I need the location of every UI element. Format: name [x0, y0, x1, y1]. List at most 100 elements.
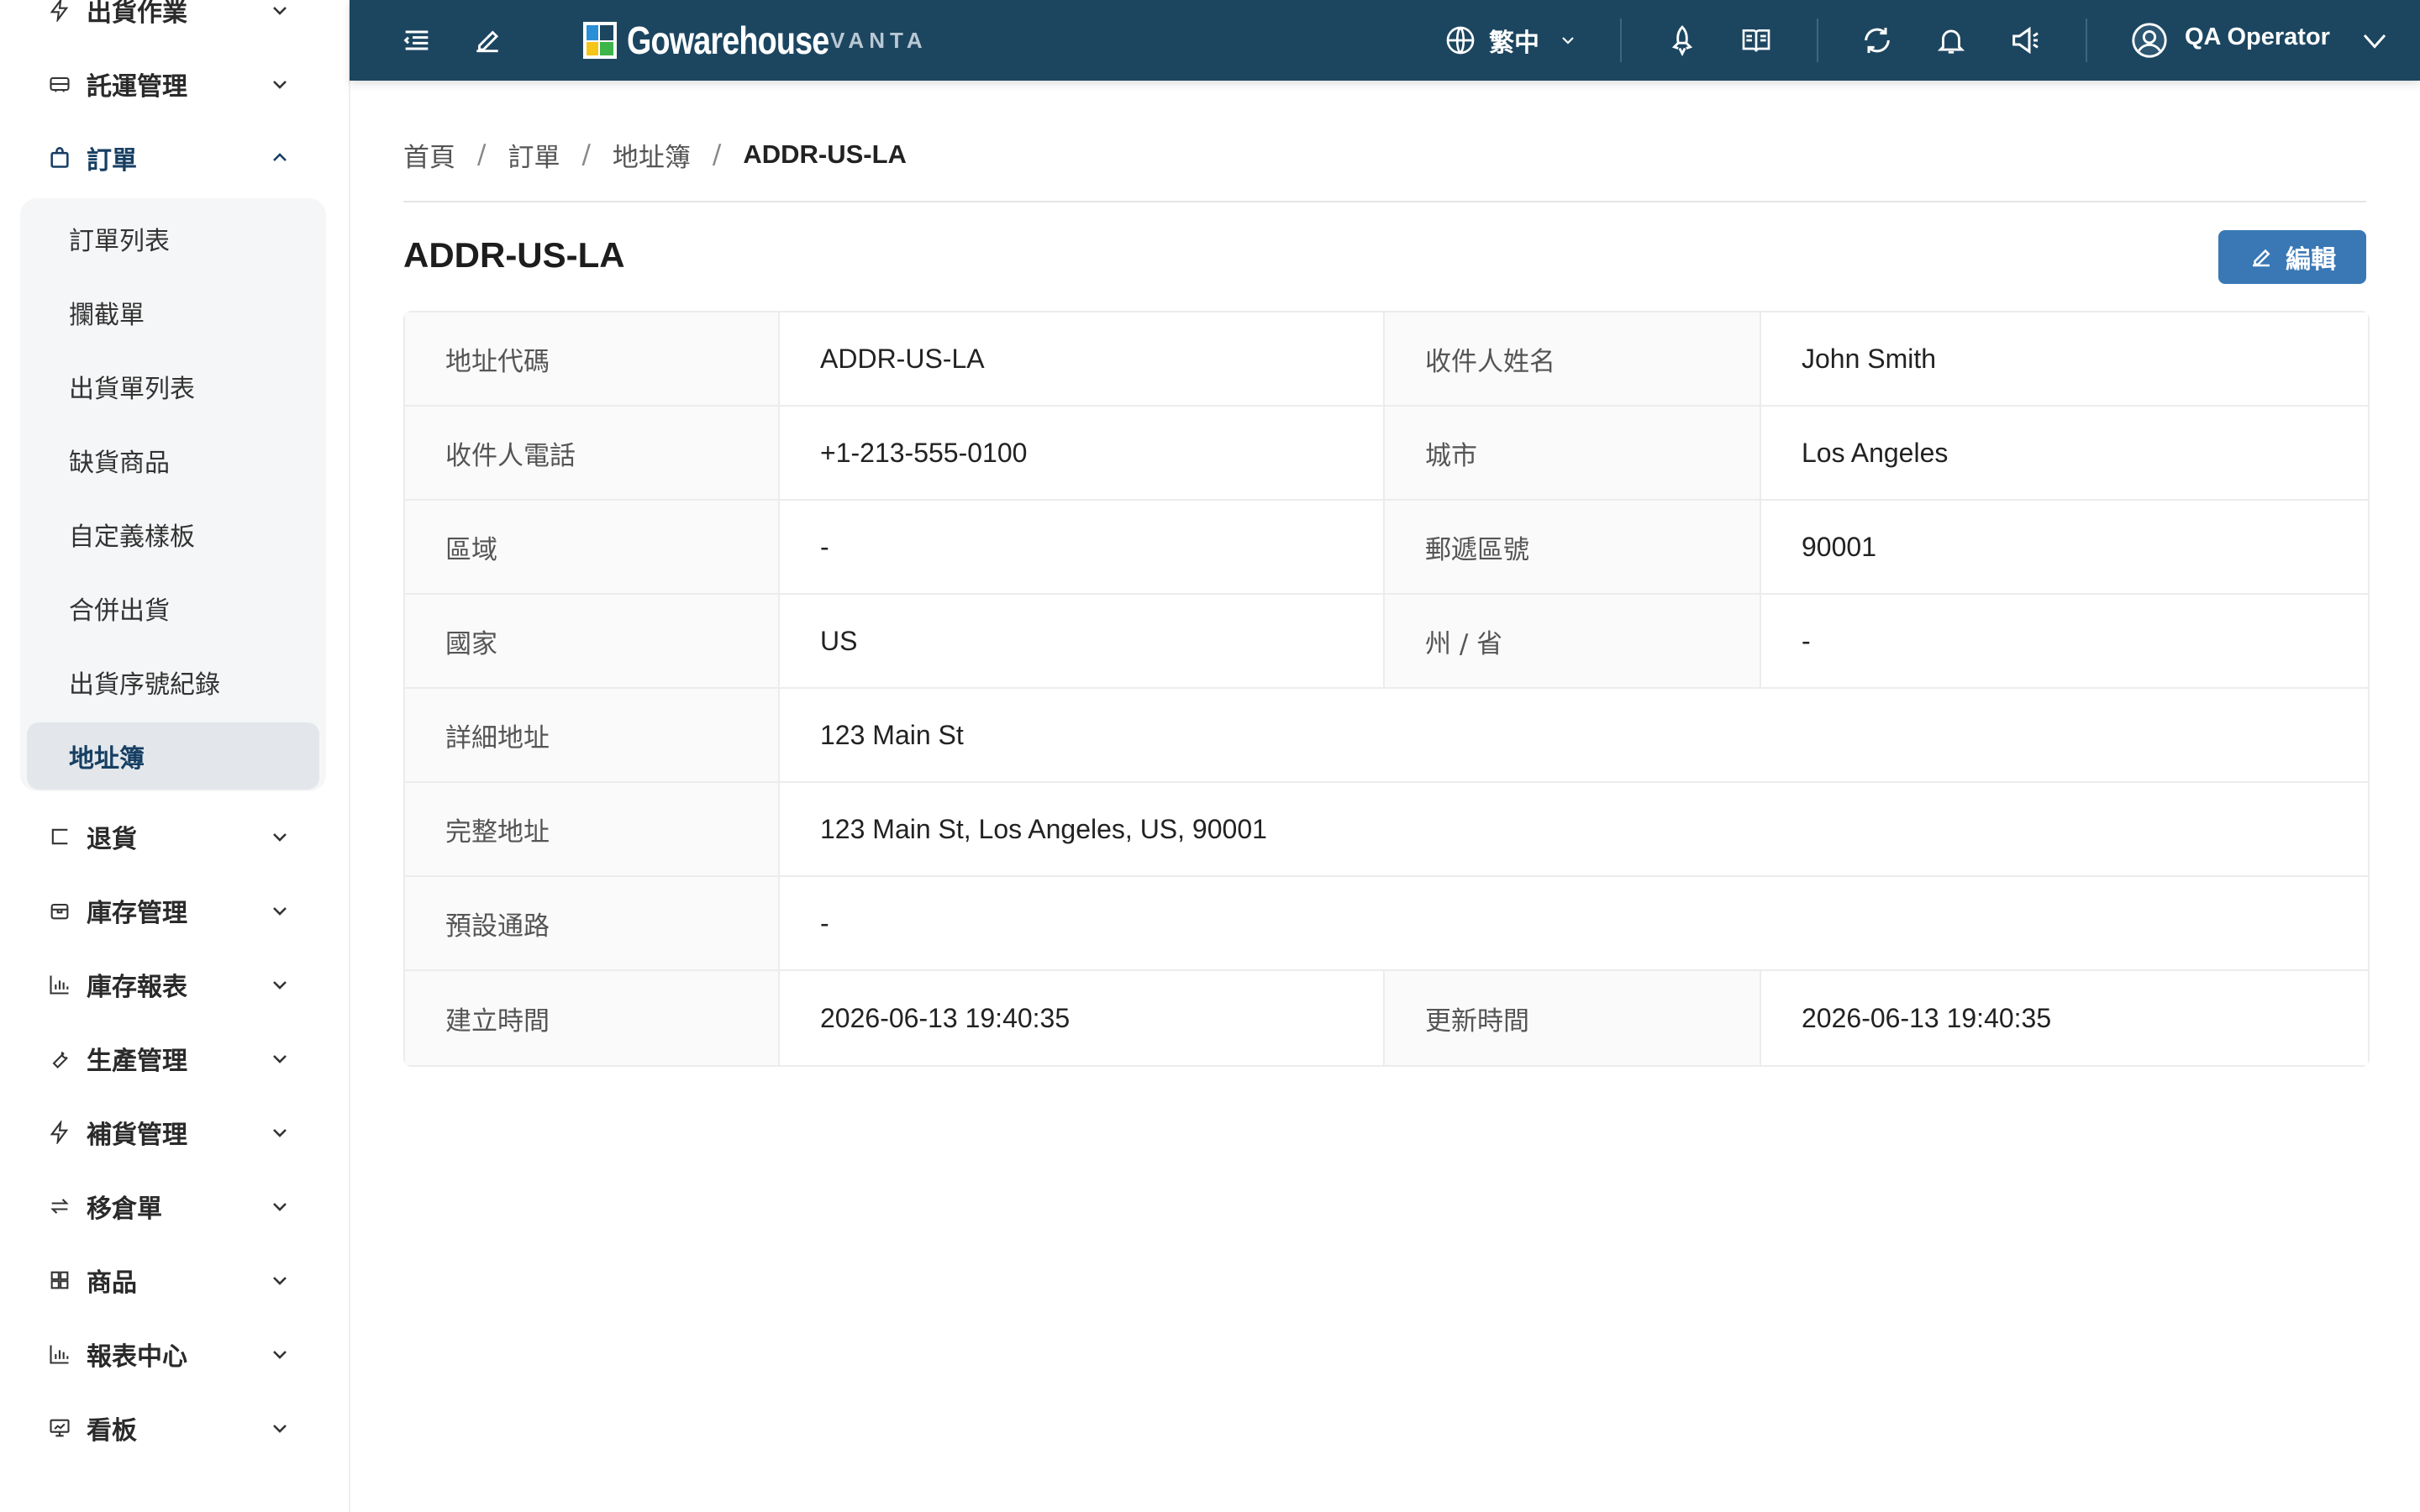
logo-mark-icon — [583, 22, 617, 59]
language-selector[interactable]: 繁中 — [1489, 22, 1539, 59]
breadcrumb-separator: / — [581, 139, 591, 170]
globe-icon[interactable] — [1440, 20, 1481, 60]
edit-icon — [2249, 244, 2274, 270]
refresh-icon[interactable] — [1857, 20, 1897, 60]
sidebar-item-label: 報表中心 — [87, 1342, 187, 1372]
sidebar-item-consignment[interactable]: 託運管理 — [0, 47, 349, 121]
field-value: 2026-06-13 19:40:35 — [1761, 971, 2368, 1065]
table-row: 完整地址 123 Main St, Los Angeles, US, 90001 — [405, 783, 2368, 877]
field-value: - — [1761, 595, 2368, 689]
sidebar-item-dashboard[interactable]: 看板 — [0, 1391, 349, 1465]
sidebar-item-transfer[interactable]: 移倉單 — [0, 1169, 349, 1243]
sidebar: 出貨作業 託運管理 訂單 訂單列表 攔截單 出貨單列表 缺貨商品 自定義樣板 合… — [0, 0, 350, 1512]
field-label: 州 / 省 — [1385, 595, 1761, 689]
chevron-down-icon[interactable] — [1548, 20, 1588, 60]
submenu-item-label: 地址簿 — [69, 744, 145, 774]
edit-button[interactable]: 編輯 — [2218, 230, 2366, 284]
field-label: 地址代碼 — [405, 312, 780, 407]
chevron-down-icon — [267, 824, 292, 849]
submenu-item-shipment-list[interactable]: 出貨單列表 — [27, 353, 319, 420]
breadcrumb-orders[interactable]: 訂單 — [508, 136, 560, 174]
breadcrumb-home[interactable]: 首頁 — [403, 136, 455, 174]
toolbar-divider — [1817, 18, 1818, 62]
submenu-item-intercept[interactable]: 攔截單 — [27, 279, 319, 346]
table-row: 收件人電話 +1-213-555-0100 城市 Los Angeles — [405, 407, 2368, 501]
field-value: - — [780, 501, 1385, 595]
breadcrumb-current: ADDR-US-LA — [743, 139, 907, 169]
chevron-down-icon[interactable] — [2354, 20, 2395, 60]
table-row: 國家 US 州 / 省 - — [405, 595, 2368, 689]
sidebar-item-label: 商品 — [87, 1268, 137, 1298]
bar-chart-icon — [47, 1341, 72, 1367]
logo: Gowarehouse VANTA — [583, 18, 928, 62]
chevron-down-icon — [267, 898, 292, 923]
sidebar-item-inventory[interactable]: 庫存管理 — [0, 874, 349, 948]
bar-chart-icon — [47, 972, 72, 997]
field-value: 123 Main St — [780, 689, 2368, 783]
sidebar-item-label: 出貨作業 — [87, 0, 187, 28]
top-bar: Gowarehouse VANTA 繁中 QA Operator — [350, 0, 2420, 81]
field-value: ADDR-US-LA — [780, 312, 1385, 407]
table-row: 建立時間 2026-06-13 19:40:35 更新時間 2026-06-13… — [405, 971, 2368, 1065]
sidebar-item-label: 訂單 — [87, 146, 137, 176]
swap-icon — [47, 1194, 72, 1219]
field-label: 區域 — [405, 501, 780, 595]
edit-button-label: 編輯 — [2286, 245, 2336, 275]
sidebar-item-report-center[interactable]: 報表中心 — [0, 1317, 349, 1391]
sidebar-item-shipping-ops[interactable]: 出貨作業 — [0, 0, 349, 47]
submenu-item-order-list[interactable]: 訂單列表 — [27, 205, 319, 272]
sidebar-item-returns[interactable]: 退貨 — [0, 800, 349, 874]
chevron-down-icon — [267, 1341, 292, 1367]
submenu-item-custom-templates[interactable]: 自定義樣板 — [27, 501, 319, 568]
chevron-down-icon — [267, 1120, 292, 1145]
sidebar-item-label: 看板 — [87, 1416, 137, 1446]
wrench-icon — [47, 1046, 72, 1071]
toolbar-divider — [2086, 18, 2087, 62]
book-icon[interactable] — [1736, 20, 1776, 60]
table-row: 詳細地址 123 Main St — [405, 689, 2368, 783]
bolt-icon — [47, 0, 72, 23]
field-label: 郵遞區號 — [1385, 501, 1761, 595]
submenu-item-label: 攔截單 — [69, 301, 145, 330]
user-name[interactable]: QA Operator — [2185, 24, 2330, 51]
bag-icon — [47, 145, 72, 171]
sidebar-item-inventory-report[interactable]: 庫存報表 — [0, 948, 349, 1021]
submenu-item-label: 自定義樣板 — [69, 522, 195, 552]
announcement-icon[interactable] — [2005, 20, 2045, 60]
field-label: 更新時間 — [1385, 971, 1761, 1065]
bell-icon[interactable] — [1931, 20, 1971, 60]
submenu-item-out-of-stock[interactable]: 缺貨商品 — [27, 427, 319, 494]
sidebar-item-label: 移倉單 — [87, 1194, 162, 1224]
field-label: 預設通路 — [405, 877, 780, 971]
user-avatar-icon[interactable] — [2129, 20, 2170, 60]
sidebar-item-orders[interactable]: 訂單 — [0, 121, 349, 195]
chevron-down-icon — [267, 1046, 292, 1071]
chevron-down-icon — [267, 1415, 292, 1441]
submenu-item-address-book[interactable]: 地址簿 — [27, 722, 319, 790]
sidebar-item-products[interactable]: 商品 — [0, 1243, 349, 1317]
breadcrumb-divider — [403, 201, 2366, 202]
breadcrumb-address-book[interactable]: 地址簿 — [613, 136, 691, 174]
field-value: - — [780, 877, 2368, 971]
submenu-item-merge-shipment[interactable]: 合併出貨 — [27, 575, 319, 642]
field-label: 建立時間 — [405, 971, 780, 1065]
table-row: 區域 - 郵遞區號 90001 — [405, 501, 2368, 595]
box-icon — [47, 898, 72, 923]
sidebar-item-replenishment[interactable]: 補貨管理 — [0, 1095, 349, 1169]
page-title: ADDR-US-LA — [403, 235, 625, 275]
chevron-up-icon — [267, 145, 292, 171]
rocket-icon[interactable] — [1662, 20, 1702, 60]
field-value: 2026-06-13 19:40:35 — [780, 971, 1385, 1065]
sidebar-item-label: 生產管理 — [87, 1047, 187, 1076]
submenu-item-serial-log[interactable]: 出貨序號紀錄 — [27, 648, 319, 716]
sidebar-item-production[interactable]: 生產管理 — [0, 1021, 349, 1095]
menu-collapse-icon[interactable] — [397, 20, 437, 60]
bolt-icon — [47, 1120, 72, 1145]
field-value: 90001 — [1761, 501, 2368, 595]
field-value: Los Angeles — [1761, 407, 2368, 501]
chevron-down-icon — [267, 1194, 292, 1219]
edit-pen-icon[interactable] — [467, 20, 508, 60]
chevron-down-icon — [267, 1268, 292, 1293]
submenu-item-label: 缺貨商品 — [69, 449, 170, 478]
chevron-down-icon — [267, 0, 292, 23]
